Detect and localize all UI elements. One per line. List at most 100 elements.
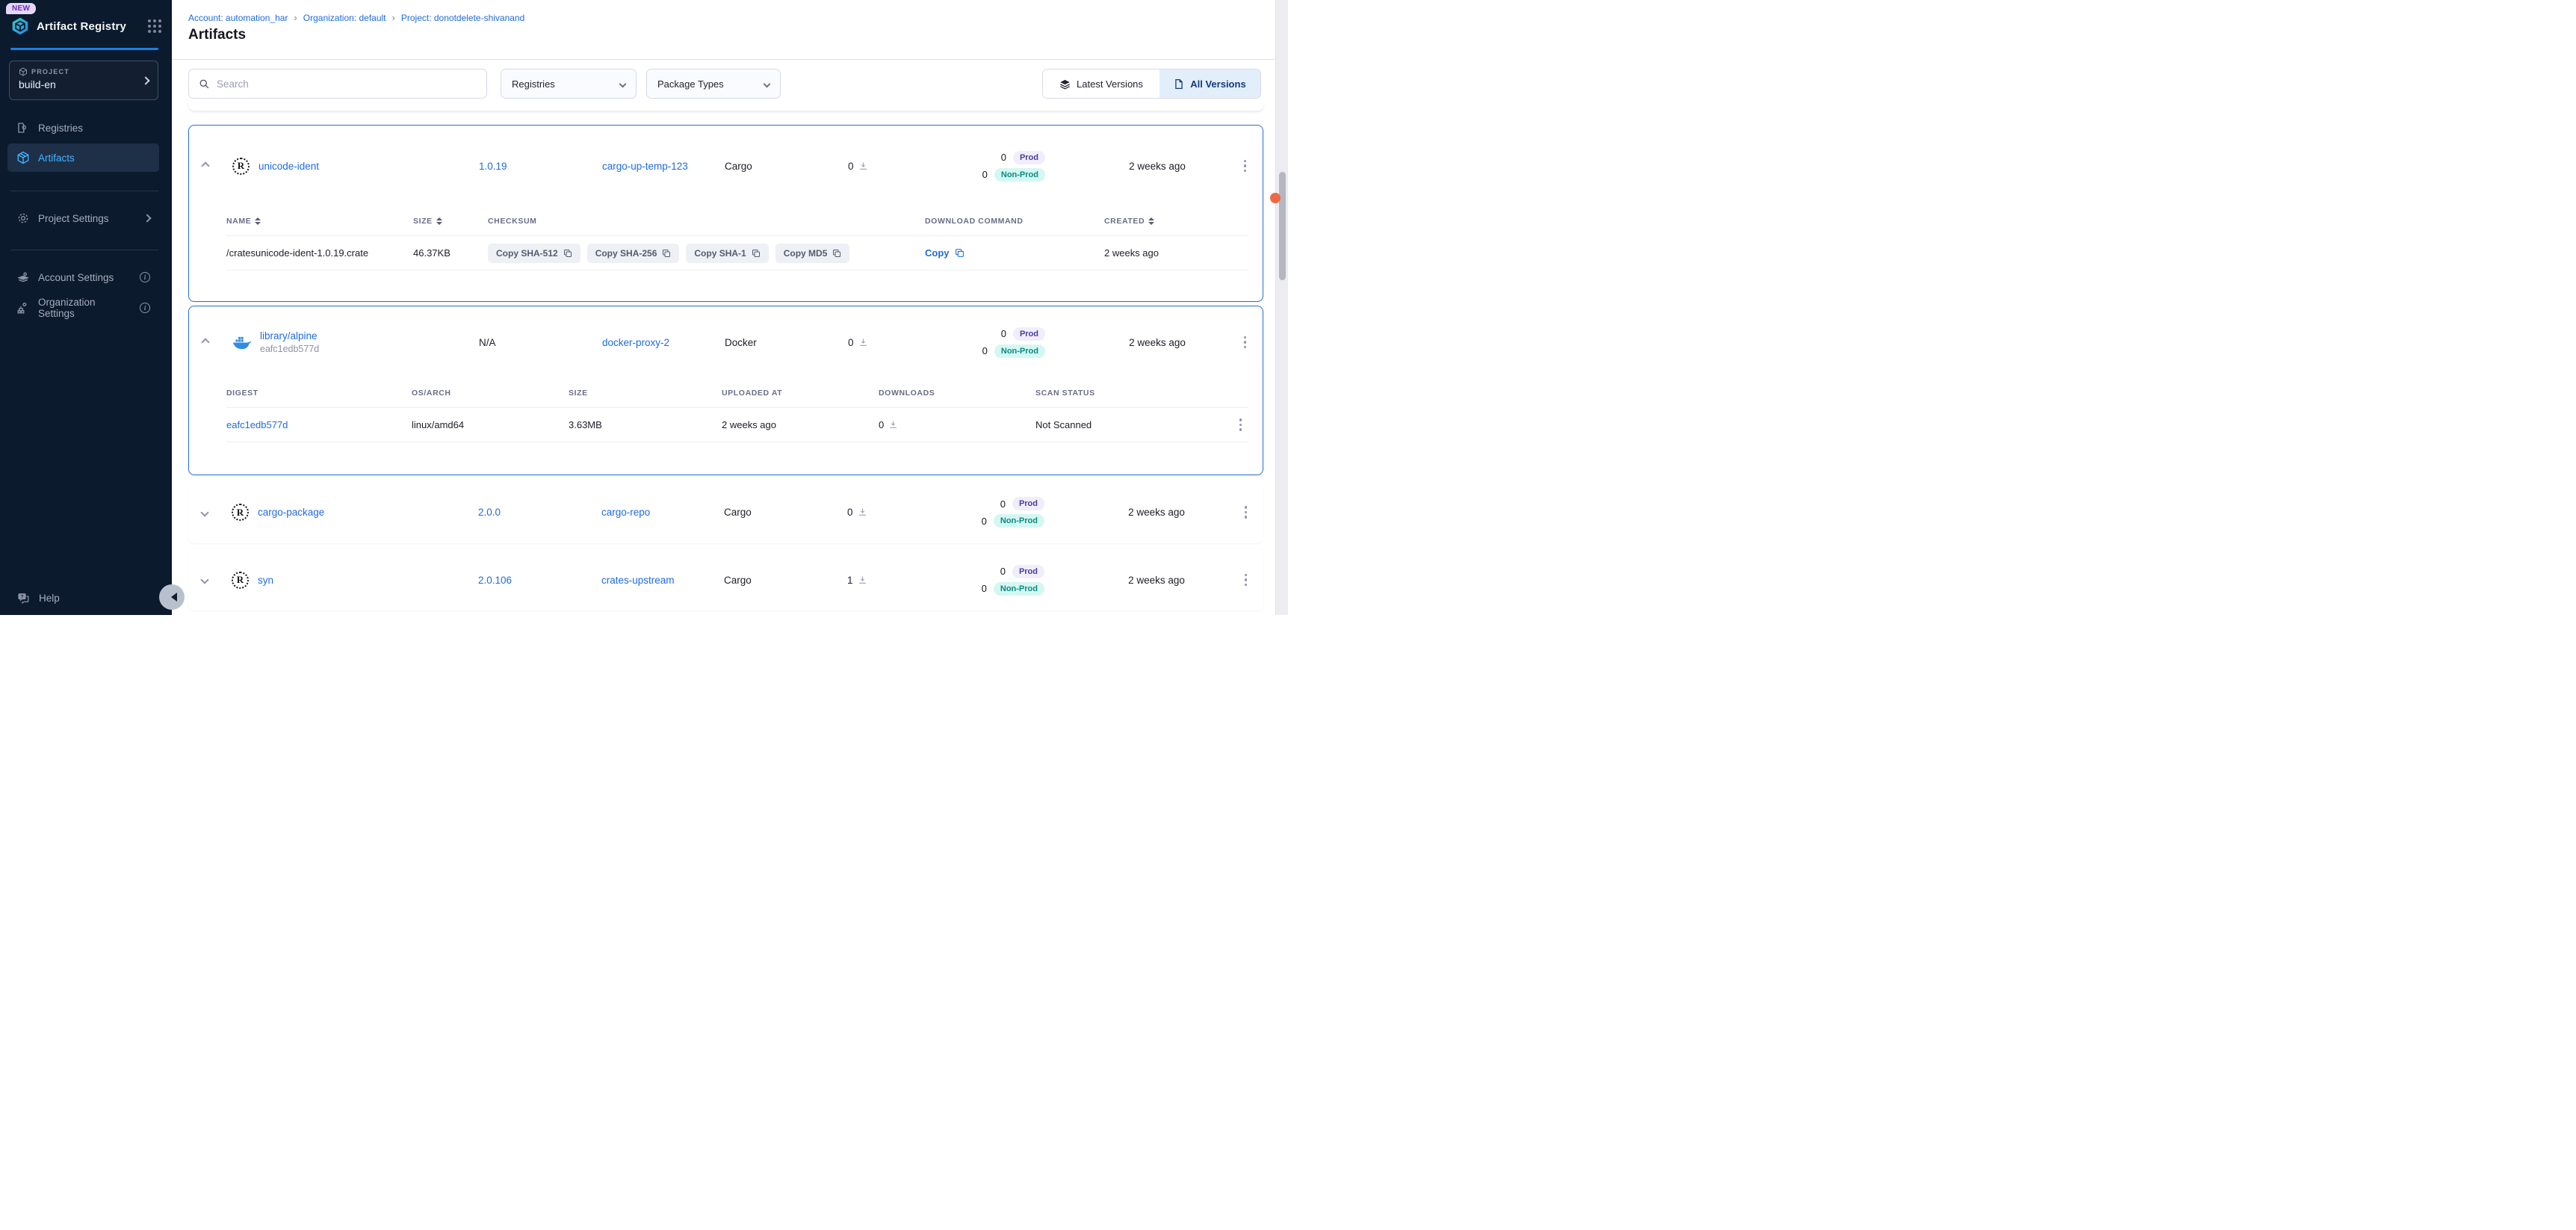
sidebar-item-artifacts[interactable]: Artifacts [7, 143, 159, 172]
artifact-registry-link[interactable]: cargo-repo [601, 507, 724, 518]
download-icon [858, 161, 868, 171]
artifact-card-library-alpine: library/alpine eafc1edb577d N/A docker-p… [188, 306, 1263, 475]
search-input[interactable] [217, 78, 477, 90]
registries-filter-label: Registries [512, 78, 555, 90]
artifact-version-link[interactable]: 2.0.0 [478, 507, 601, 518]
sidebar-item-label: Organization Settings [38, 297, 131, 319]
nonprod-badge: Non-Prod [994, 344, 1045, 358]
info-icon[interactable]: i [140, 272, 150, 282]
column-header-download-command: DOWNLOAD COMMAND [925, 217, 1104, 226]
created-date: 2 weeks ago [1091, 507, 1222, 518]
artifact-card-cargo-package: R cargo-package 2.0.0 cargo-repo Cargo 0… [188, 481, 1263, 543]
chevron-down-icon [764, 80, 771, 87]
scan-status: Not Scanned [1035, 419, 1225, 430]
latest-versions-button[interactable]: Latest Versions [1043, 69, 1159, 98]
versions-view-toggle: Latest Versions All Versions [1042, 69, 1261, 99]
artifact-version-link[interactable]: 2.0.106 [478, 575, 601, 586]
cargo-rust-icon: R [232, 572, 249, 589]
prod-count: 0 [1001, 152, 1006, 163]
docker-versions-table: DIGEST OS/ARCH SIZE UPLOADED AT DOWNLOAD… [226, 378, 1248, 442]
breadcrumb-account-link[interactable]: Account: automation_har [188, 13, 288, 23]
artifact-registry-link[interactable]: cargo-up-temp-123 [602, 161, 725, 172]
app-title: Artifact Registry [37, 20, 141, 33]
prod-badge: Prod [1013, 327, 1045, 341]
breadcrumb-separator: › [392, 12, 395, 23]
copy-md5-button[interactable]: Copy MD5 [775, 244, 850, 263]
cargo-rust-icon: R [232, 504, 249, 521]
new-badge: NEW [6, 3, 36, 14]
app-switcher-icon[interactable] [148, 19, 161, 33]
row-menu-button[interactable] [1238, 333, 1253, 352]
artifact-name-link[interactable]: library/alpine [260, 330, 319, 342]
prod-badge: Prod [1012, 497, 1044, 510]
artifact-row: R unicode-ident 1.0.19 cargo-up-temp-123… [189, 126, 1263, 206]
breadcrumb-project-link[interactable]: Project: donotdelete-shivanand [401, 13, 524, 23]
artifact-registry-link[interactable]: docker-proxy-2 [602, 337, 725, 348]
scroll-position-marker [1270, 193, 1281, 203]
package-types-filter-dropdown[interactable]: Package Types [646, 69, 781, 99]
artifact-version-link[interactable]: 1.0.19 [479, 161, 602, 172]
sidebar-item-project-settings[interactable]: Project Settings [7, 204, 159, 232]
column-header-created[interactable]: CREATED [1104, 217, 1248, 226]
sidebar-item-label: Help [39, 593, 60, 604]
scrollbar-thumb[interactable] [1279, 172, 1286, 280]
project-label: PROJECT [31, 68, 69, 75]
artifact-digest-text: eafc1edb577d [260, 344, 319, 354]
column-header-name[interactable]: NAME [226, 217, 413, 226]
all-versions-button[interactable]: All Versions [1159, 69, 1260, 98]
row-menu-button[interactable] [1239, 503, 1254, 522]
search-box [188, 69, 487, 99]
collapse-row-button[interactable] [199, 159, 232, 173]
file-size: 46.37KB [413, 247, 488, 259]
copy-sha512-button[interactable]: Copy SHA-512 [488, 244, 580, 263]
row-menu-button[interactable] [1239, 571, 1254, 590]
info-icon[interactable]: i [140, 303, 150, 313]
artifact-name-link[interactable]: unicode-ident [258, 161, 319, 172]
copy-sha256-button[interactable]: Copy SHA-256 [587, 244, 680, 263]
artifact-registry-link[interactable]: crates-upstream [601, 575, 724, 586]
row-menu-button[interactable] [1238, 157, 1253, 176]
artifact-name-link[interactable]: cargo-package [258, 507, 324, 518]
created-date: 2 weeks ago [1092, 337, 1223, 348]
document-icon [1174, 78, 1184, 90]
prod-badge: Prod [1013, 151, 1045, 164]
breadcrumb-organization-link[interactable]: Organization: default [303, 13, 386, 23]
sidebar-item-label: Artifacts [38, 152, 75, 164]
scrollbar-track[interactable] [1275, 0, 1288, 615]
artifact-card-unicode-ident: R unicode-ident 1.0.19 cargo-up-temp-123… [188, 125, 1263, 302]
column-header-size: SIZE [569, 389, 722, 398]
sidebar-item-account-settings[interactable]: Account Settings i [7, 263, 159, 291]
sidebar-item-registries[interactable]: Registries [7, 114, 159, 142]
sort-icon[interactable] [436, 217, 442, 225]
sidebar-item-organization-settings[interactable]: Organization Settings i [7, 294, 159, 322]
page-header: Account: automation_har › Organization: … [172, 0, 1288, 60]
collapse-row-button[interactable] [199, 336, 232, 349]
copy-sha1-button[interactable]: Copy SHA-1 [686, 244, 768, 263]
download-icon [858, 338, 868, 347]
image-size: 3.63MB [569, 419, 722, 430]
sidebar-item-help[interactable]: ? Help [7, 584, 159, 612]
docker-whale-icon [232, 335, 251, 350]
main-content: Account: automation_har › Organization: … [172, 0, 1288, 615]
sort-icon[interactable] [1148, 217, 1154, 225]
latest-versions-label: Latest Versions [1077, 78, 1143, 90]
nonprod-count: 0 [982, 583, 987, 594]
expand-row-button[interactable] [199, 506, 232, 519]
file-row: /cratesunicode-ident-1.0.19.crate 46.37K… [226, 236, 1248, 271]
column-header-size[interactable]: SIZE [413, 217, 488, 226]
artifact-name-link[interactable]: syn [258, 575, 273, 586]
expand-row-button[interactable] [199, 573, 232, 587]
artifact-row: library/alpine eafc1edb577d N/A docker-p… [189, 306, 1263, 378]
digest-link[interactable]: eafc1edb577d [226, 419, 412, 430]
project-selector[interactable]: PROJECT build-en [9, 61, 158, 100]
sort-icon[interactable] [255, 217, 261, 225]
row-menu-button[interactable] [1233, 415, 1248, 434]
sidebar-collapse-button[interactable] [159, 584, 185, 610]
package-type: Cargo [724, 575, 847, 586]
os-arch: linux/amd64 [412, 419, 569, 430]
registries-filter-dropdown[interactable]: Registries [501, 69, 637, 99]
column-header-uploaded-at: UPLOADED AT [722, 389, 879, 398]
prod-count: 0 [1000, 566, 1006, 577]
copy-download-command-button[interactable]: Copy [925, 247, 1104, 259]
digest-row: eafc1edb577d linux/amd64 3.63MB 2 weeks … [226, 408, 1248, 442]
